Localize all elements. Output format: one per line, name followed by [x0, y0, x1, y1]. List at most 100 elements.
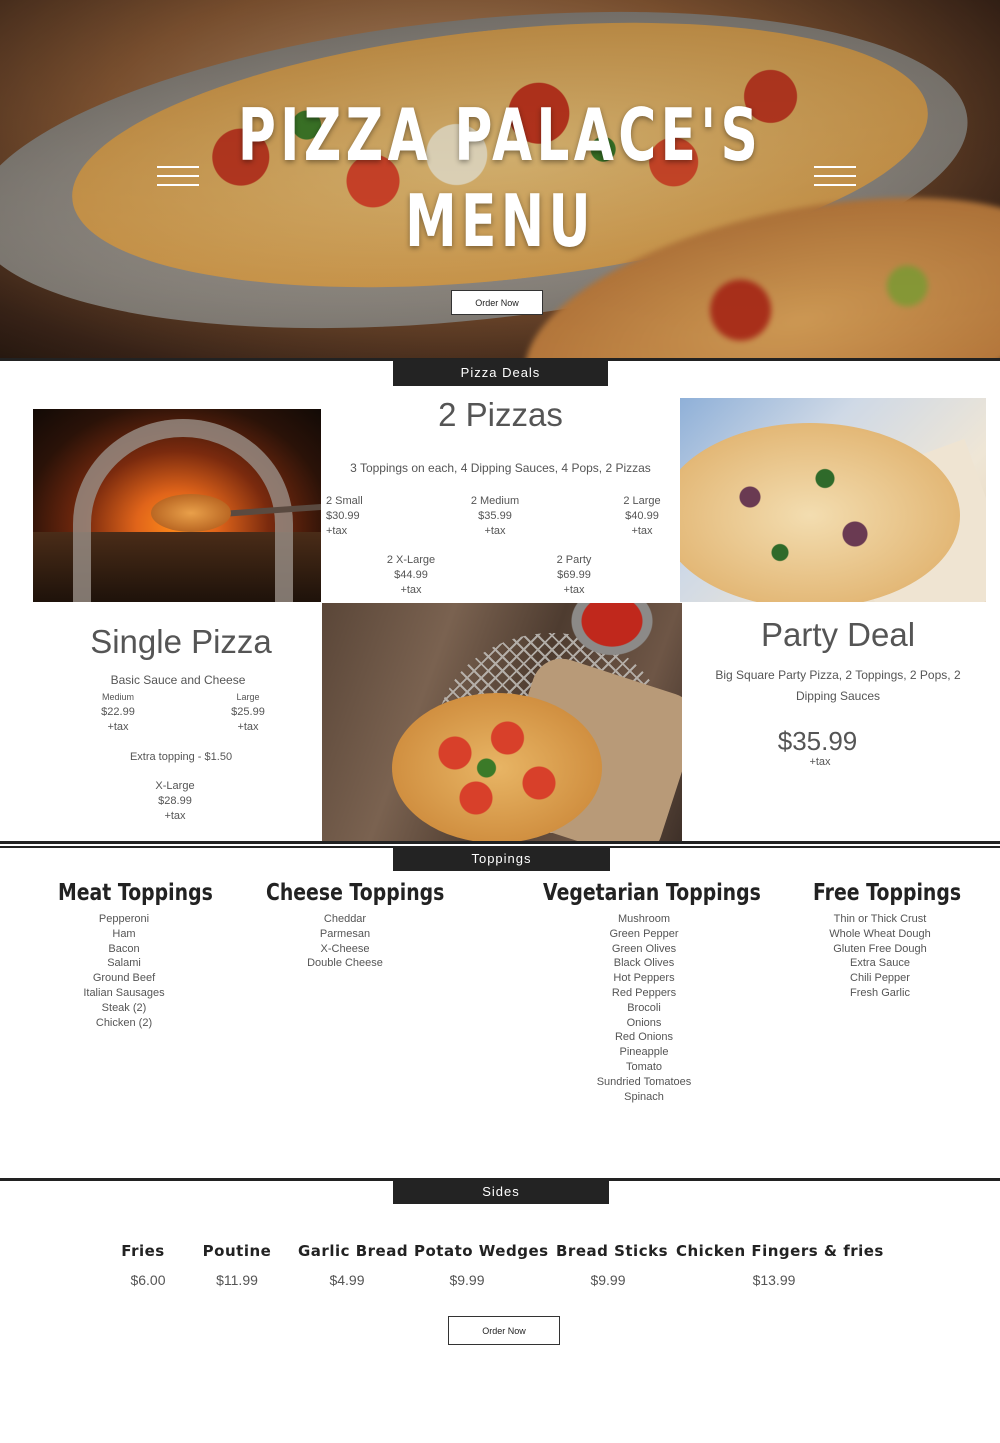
- side-name: Bread Sticks: [556, 1242, 668, 1260]
- list-item: Ground Beef: [92, 972, 156, 985]
- list-item: Double Cheese: [307, 957, 383, 970]
- decorative-lines-left-icon: [157, 166, 199, 193]
- side-price: $9.99: [449, 1272, 485, 1288]
- cheese-toppings-heading: Cheese Toppings: [266, 880, 445, 906]
- list-item: Italian Sausages: [83, 986, 165, 999]
- list-item: Red Peppers: [611, 986, 677, 999]
- two-xlarge-option: 2 X-Large $44.99 +tax: [380, 553, 442, 598]
- hero-title-line1: PIZZA PALACE'S: [237, 93, 763, 177]
- side-name: Chicken Fingers & fries: [676, 1242, 884, 1260]
- hero-title-line2: MENU: [405, 179, 595, 263]
- extra-topping-price: Extra topping - $1.50: [129, 751, 233, 763]
- list-item: Cheddar: [323, 913, 367, 925]
- option-size: Large: [236, 692, 260, 702]
- side-name: Garlic Bread: [298, 1242, 409, 1260]
- option-price: $40.99: [625, 510, 659, 522]
- party-deal-description: Big Square Party Pizza, 2 Toppings, 2 Po…: [690, 665, 986, 707]
- vegetarian-toppings-heading: Vegetarian Toppings: [543, 880, 761, 906]
- list-item: Red Onions: [614, 1031, 674, 1044]
- side-price: $6.00: [130, 1272, 166, 1288]
- side-price: $4.99: [329, 1272, 365, 1288]
- meat-toppings-heading: Meat Toppings: [58, 880, 213, 906]
- two-large-option: 2 Large $40.99 +tax: [618, 494, 666, 539]
- list-item: Chicken (2): [95, 1016, 153, 1029]
- section-label-sides: Sides: [393, 1179, 609, 1204]
- list-item: Gluten Free Dough: [833, 942, 927, 955]
- order-now-button-bottom[interactable]: Order Now: [448, 1316, 560, 1345]
- option-price: $35.99: [478, 510, 512, 522]
- side-price: $13.99: [752, 1272, 796, 1288]
- list-item: Ham: [112, 927, 136, 940]
- list-item: X-Cheese: [320, 942, 370, 955]
- list-item: Black Olives: [613, 957, 675, 970]
- option-tax: +tax: [164, 810, 186, 822]
- list-item: Extra Sauce: [850, 957, 910, 970]
- cheese-toppings-list: Cheddar Parmesan X-Cheese Double Cheese: [285, 912, 405, 971]
- option-size: 2 Party: [556, 554, 592, 566]
- option-tax: +tax: [563, 584, 585, 596]
- side-price: $11.99: [216, 1272, 258, 1288]
- party-deal-title: Party Deal: [760, 616, 916, 653]
- two-medium-option: 2 Medium $35.99 +tax: [466, 494, 524, 539]
- option-price: $44.99: [394, 569, 428, 581]
- vegetarian-toppings-list: Mushroom Green Pepper Green Olives Black…: [584, 912, 704, 1104]
- list-item: Onions: [626, 1016, 662, 1029]
- party-deal-tax: +tax: [809, 756, 831, 768]
- option-price: $25.99: [231, 706, 265, 718]
- list-item: Green Pepper: [609, 927, 679, 940]
- order-now-button-top[interactable]: Order Now: [451, 290, 543, 315]
- list-item: Parmesan: [319, 927, 371, 940]
- single-xlarge-option: X-Large $28.99 +tax: [145, 779, 205, 824]
- option-size: X-Large: [155, 780, 195, 792]
- list-item: Sundried Tomatoes: [596, 1075, 692, 1088]
- single-large-option: Large $25.99 +tax: [222, 690, 274, 735]
- option-size: 2 Small: [326, 495, 363, 507]
- single-medium-option: Medium $22.99 +tax: [92, 690, 144, 735]
- option-tax: +tax: [107, 721, 129, 733]
- side-name: Poutine: [202, 1242, 272, 1260]
- list-item: Steak (2): [101, 1001, 147, 1014]
- tomato-pizza-image: [322, 603, 682, 841]
- list-item: Pepperoni: [98, 913, 150, 925]
- pizza-oven-image: [33, 409, 321, 602]
- list-item: Whole Wheat Dough: [829, 927, 931, 940]
- decorative-lines-right-icon: [814, 166, 856, 193]
- list-item: Tomato: [625, 1060, 663, 1073]
- list-item: Fresh Garlic: [850, 986, 910, 999]
- party-deal-price: $35.99: [777, 726, 858, 756]
- meat-toppings-list: Pepperoni Ham Bacon Salami Ground Beef I…: [64, 912, 184, 1030]
- option-size: 2 Large: [623, 495, 661, 507]
- two-party-option: 2 Party $69.99 +tax: [548, 553, 600, 598]
- section-label-pizza-deals: Pizza Deals: [393, 359, 608, 386]
- list-item: Brocoli: [627, 1001, 661, 1014]
- free-toppings-heading: Free Toppings: [813, 880, 962, 906]
- list-item: Salami: [107, 957, 141, 970]
- option-size: Medium: [101, 692, 134, 702]
- list-item: Chili Pepper: [850, 972, 910, 985]
- option-tax: +tax: [484, 525, 506, 537]
- list-item: Hot Peppers: [613, 972, 675, 985]
- party-deal-description-line1: Big Square Party Pizza, 2 Toppings, 2 Po…: [715, 668, 961, 682]
- section-label-toppings: Toppings: [393, 846, 610, 871]
- side-name: Fries: [121, 1242, 165, 1260]
- list-item: Green Olives: [611, 942, 677, 955]
- separator-toppings-top: [0, 841, 1000, 844]
- two-small-option: 2 Small $30.99 +tax: [326, 494, 363, 539]
- hero-banner: PIZZA PALACE'S MENU Order Now: [0, 0, 1000, 358]
- list-item: Thin or Thick Crust: [833, 913, 927, 925]
- option-price: $69.99: [557, 569, 591, 581]
- single-pizza-title: Single Pizza: [90, 623, 272, 660]
- option-tax: +tax: [326, 525, 348, 537]
- side-name: Potato Wedges: [414, 1242, 549, 1260]
- mushroom-pizza-image: [680, 398, 986, 602]
- list-item: Mushroom: [618, 913, 670, 925]
- two-pizzas-description: 3 Toppings on each, 4 Dipping Sauces, 4 …: [350, 461, 651, 475]
- side-price: $9.99: [590, 1272, 626, 1288]
- option-size: 2 Medium: [470, 495, 520, 507]
- list-item: Spinach: [624, 1090, 664, 1103]
- option-price: $30.99: [326, 510, 360, 522]
- single-pizza-description: Basic Sauce and Cheese: [110, 673, 246, 687]
- list-item: Bacon: [108, 942, 140, 955]
- option-tax: +tax: [237, 721, 259, 733]
- option-tax: +tax: [631, 525, 653, 537]
